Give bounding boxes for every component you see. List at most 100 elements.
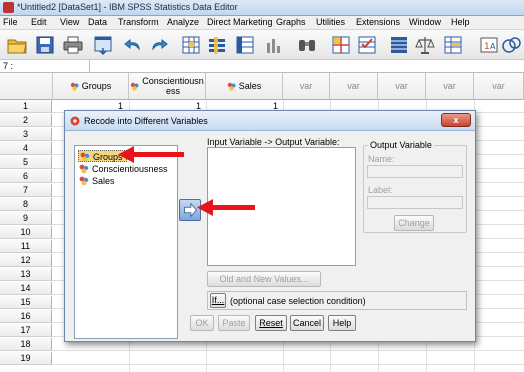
goto-variable-icon[interactable] [206,34,228,56]
menu-extensions[interactable]: Extensions [356,17,400,27]
row-header[interactable]: 4 [0,142,52,155]
dialog-title-bar[interactable]: Recode into Different Variables x [65,111,475,131]
row-header[interactable]: 6 [0,170,52,183]
open-folder-icon[interactable] [6,34,28,56]
menu-edit[interactable]: Edit [31,17,47,27]
window-title: *Untitled2 [DataSet1] - IBM SPSS Statist… [17,2,238,12]
annotation-arrow-move [197,199,255,216]
row-header[interactable]: 18 [0,338,52,351]
help-button[interactable]: Help [328,315,356,331]
print-icon[interactable] [62,34,84,56]
menu-graphs[interactable]: Graphs [276,17,306,27]
value-labels-toggle-icon[interactable]: 1A [478,34,500,56]
menu-bar: File Edit View Data Transform Analyze Di… [0,16,524,30]
label-label: Label: [368,185,393,195]
goto-case-icon[interactable] [180,34,202,56]
menu-analyze[interactable]: Analyze [167,17,199,27]
menu-help[interactable]: Help [451,17,470,27]
row-header[interactable]: 9 [0,212,52,225]
dialog-recall-icon[interactable] [92,34,114,56]
column-header-var[interactable]: var [378,73,426,100]
paste-button[interactable]: Paste [218,315,250,331]
row-header[interactable]: 2 [0,114,52,127]
save-icon[interactable] [34,34,56,56]
io-list-label: Input Variable -> Output Variable: [207,137,340,147]
split-file-icon[interactable] [330,34,352,56]
column-label: Conscientiousn ess [142,76,204,96]
row-header[interactable]: 11 [0,240,52,253]
variables-icon[interactable] [234,34,256,56]
row-header[interactable]: 10 [0,226,52,239]
table-row[interactable] [52,352,524,365]
reset-button[interactable]: Reset [255,315,287,331]
if-button[interactable]: If... [210,293,226,308]
menu-file[interactable]: File [3,17,18,27]
column-header-var[interactable]: var [474,73,524,100]
cell-reference: 7 : [3,61,14,71]
value-labels-icon[interactable] [442,34,464,56]
row-header[interactable]: 5 [0,156,52,169]
menu-direct-marketing[interactable]: Direct Marketing [207,17,273,27]
column-header-groups[interactable]: Groups [53,73,129,100]
bar-chart-icon[interactable] [264,34,286,56]
row-header[interactable]: 17 [0,324,52,337]
menu-transform[interactable]: Transform [118,17,159,27]
nominal-variable-icon [79,176,89,186]
variable-item-sales[interactable]: Sales [78,175,115,187]
nominal-variable-icon [79,164,89,174]
column-header-var[interactable]: var [330,73,378,100]
cell-reference-box[interactable] [0,60,90,73]
undo-icon[interactable] [122,34,144,56]
if-condition-text: (optional case selection condition) [230,296,366,306]
annotation-arrow-groups [118,146,184,163]
label-field[interactable] [367,196,463,209]
nominal-variable-icon [130,82,139,91]
row-header[interactable]: 14 [0,282,52,295]
nominal-variable-icon [80,152,90,162]
name-label: Name: [368,154,395,164]
row-header[interactable]: 3 [0,128,52,141]
row-header[interactable]: 8 [0,198,52,211]
output-variable-group: Output Variable Name: Label: Change [363,140,467,233]
nominal-variable-icon [227,82,236,91]
column-header-conscientiousness[interactable]: Conscientiousn ess [129,73,206,100]
weight-cases-icon[interactable] [388,34,410,56]
column-header-sales[interactable]: Sales [206,73,283,100]
redo-icon[interactable] [148,34,170,56]
row-header[interactable]: 13 [0,268,52,281]
select-cases-icon[interactable] [356,34,378,56]
cell-reference-bar: 7 : [0,60,524,73]
column-label: Groups [81,81,112,91]
menu-view[interactable]: View [60,17,79,27]
close-button[interactable]: x [441,113,471,127]
source-variable-list[interactable]: Groups Conscientiousness Sales [74,145,178,339]
scale-icon[interactable] [414,34,436,56]
nominal-variable-icon [70,82,79,91]
row-header[interactable]: 15 [0,296,52,309]
variable-item-conscientiousness[interactable]: Conscientiousness [78,163,168,175]
ok-button[interactable]: OK [190,315,214,331]
column-header-var[interactable]: var [283,73,330,100]
old-and-new-values-button[interactable]: Old and New Values... [207,271,321,287]
row-header[interactable]: 12 [0,254,52,267]
change-button[interactable]: Change [394,215,434,231]
cancel-button[interactable]: Cancel [290,315,324,331]
column-header-var[interactable]: var [426,73,474,100]
menu-data[interactable]: Data [88,17,107,27]
spss-app-icon [3,2,14,13]
find-icon[interactable] [296,34,318,56]
row-header[interactable]: 7 [0,184,52,197]
row-header[interactable]: 16 [0,310,52,323]
sets-icon[interactable] [500,34,522,56]
recode-icon [70,116,80,126]
row-header[interactable]: 19 [0,352,52,365]
dialog-title: Recode into Different Variables [84,116,208,126]
toolbar: 1A [0,30,524,60]
row-header[interactable]: 1 [0,100,52,113]
recode-dialog: Recode into Different Variables x Groups… [64,110,476,342]
svg-text:A: A [490,42,496,51]
column-label: Sales [238,81,262,91]
menu-window[interactable]: Window [409,17,441,27]
name-field[interactable] [367,165,463,178]
menu-utilities[interactable]: Utilities [316,17,345,27]
